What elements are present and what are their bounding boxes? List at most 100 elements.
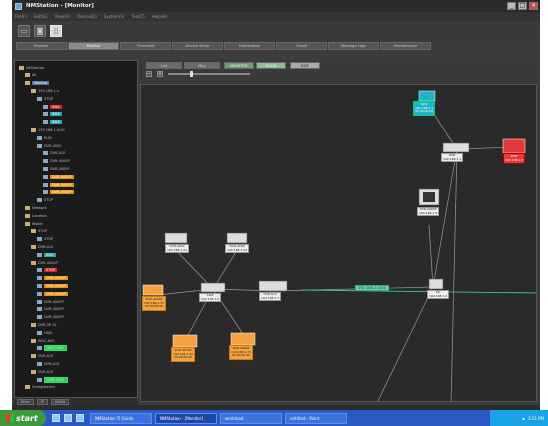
minimize-icon[interactable]: _ <box>507 2 516 10</box>
red-device-icon[interactable] <box>502 138 526 154</box>
tree-item[interactable]: STOP <box>37 237 53 242</box>
menu-tool[interactable]: Tool(T) <box>131 14 144 19</box>
tab-monitor[interactable]: Monitor <box>68 42 119 50</box>
tree-item[interactable]: STOP <box>37 268 58 273</box>
tree-item[interactable]: DVR-A10 <box>31 369 53 374</box>
tree-item[interactable]: Unregistered <box>25 385 55 390</box>
switch-mid-icon[interactable] <box>200 282 226 293</box>
tree-item[interactable]: NMStation <box>19 65 44 70</box>
tab-message-logs[interactable]: Message Logs <box>328 42 379 50</box>
menu-device[interactable]: Device(D) <box>77 14 97 19</box>
tree-item[interactable]: DVR-A10 <box>37 361 59 366</box>
tree-item[interactable]: DVR-A10 <box>43 151 65 156</box>
network-link-label[interactable]: 192.168.1.0/24 <box>355 285 389 291</box>
menu-system[interactable]: System(S) <box>104 14 125 19</box>
tree-item[interactable]: WOC-640 <box>37 345 67 352</box>
dvr-c-icon[interactable] <box>258 280 288 292</box>
tab-threshold[interactable]: Threshold <box>120 42 171 50</box>
orange-b2-icon[interactable] <box>230 332 256 346</box>
tree-item[interactable]: DVR-4000P <box>37 299 64 304</box>
map-view-button[interactable]: Map <box>184 62 220 69</box>
tab-graph[interactable]: Graph <box>276 42 327 50</box>
tree-item[interactable]: Network <box>25 205 47 210</box>
tree-item[interactable]: DVR-A10 <box>31 244 53 249</box>
tree-item[interactable]: DVR-4000P <box>37 307 64 312</box>
tree-item[interactable]: SW1 <box>37 252 56 257</box>
tree-item[interactable]: SW1 <box>43 104 62 109</box>
maximize-icon[interactable]: □ <box>518 2 527 10</box>
tab-register[interactable]: Register <box>16 42 67 50</box>
exit-button[interactable]: EXIT <box>290 62 320 69</box>
tree-item[interactable]: SW3 <box>43 120 62 125</box>
tree-item[interactable]: DVR-4000P <box>43 174 74 179</box>
tree-item[interactable]: STOP <box>31 229 47 234</box>
node-label-orange-left: DVR-4000P 192.168.1.31 00:00:00:00 <box>142 296 167 311</box>
close-icon[interactable]: × <box>529 2 538 10</box>
tree-item[interactable]: All <box>25 73 36 78</box>
menu-edit[interactable]: Edit(E) <box>34 14 47 19</box>
pc-icon[interactable] <box>428 278 444 290</box>
network-tray-icon[interactable]: ▪ <box>522 416 525 421</box>
task-nmstation[interactable]: NMStation - [Monitor] <box>155 412 217 424</box>
tree-item[interactable]: DVR-4000 <box>37 143 62 148</box>
list-view-button[interactable]: List <box>146 62 182 69</box>
tree-item[interactable]: WOC-640 <box>31 338 55 343</box>
switch-top-icon[interactable] <box>418 90 436 102</box>
task-workload[interactable]: workload <box>220 412 282 424</box>
tab-maintenance[interactable]: Maintenance <box>380 42 431 50</box>
tree-item[interactable]: Model <box>25 221 43 226</box>
save-icon[interactable]: ▭ <box>18 25 30 37</box>
pause-button[interactable]: PAUSE <box>256 62 286 69</box>
dvr-b-icon[interactable] <box>226 232 248 244</box>
tree-item[interactable]: DVR-4000P <box>37 283 68 288</box>
menu-file[interactable]: File(F) <box>15 14 27 19</box>
tree-item[interactable]: DVR-4000P <box>43 159 70 164</box>
menu-view[interactable]: View(V) <box>55 14 70 19</box>
task-guide[interactable]: NMStation Ti Guide <box>90 412 152 424</box>
tree-item[interactable]: DVR-4000P <box>43 190 74 195</box>
tree-item[interactable]: STOP <box>37 198 53 203</box>
tab-device-setup[interactable]: Device Setup <box>172 42 223 50</box>
tree-item-label: DVR-4000P <box>44 276 68 281</box>
zoom-out-icon[interactable]: − <box>146 71 152 77</box>
tree-item[interactable]: DVR-4000P <box>37 291 68 296</box>
menu-help[interactable]: Help(H) <box>152 14 167 19</box>
tree-item[interactable]: DVR-4000P <box>43 182 74 187</box>
orange-left-icon[interactable] <box>142 284 164 296</box>
tree-unknown-button[interactable]: UNKN <box>50 398 70 405</box>
zoom-in-icon[interactable]: + <box>157 71 163 77</box>
tree-item[interactable]: RUN <box>37 135 52 140</box>
camera-icon[interactable]: ◙ <box>34 25 46 37</box>
tree-item[interactable]: Monitor <box>25 81 50 86</box>
orange-b1-icon[interactable] <box>172 334 198 348</box>
network-map[interactable]: SW1 192.168.1.3 00:00:00:00 DVR 192.168.1.1… <box>140 84 537 402</box>
tree-item[interactable]: DVR-4000 <box>37 376 68 383</box>
tree-item[interactable]: DVR-3P-12 <box>31 322 57 327</box>
tree-view-button[interactable]: View <box>17 398 34 405</box>
device-tree[interactable]: NMStation All Monitor 192.168.1.x STOP SW1 SW2… <box>14 60 138 398</box>
tree-item[interactable]: 192.168.1.x <box>31 88 59 93</box>
tree-ip-button[interactable]: IP <box>36 398 48 405</box>
monitor-button[interactable]: MONITOR <box>224 62 254 69</box>
tree-item[interactable]: DVR-4000P <box>37 315 64 320</box>
folder-icon[interactable] <box>64 414 72 422</box>
tree-item[interactable]: DVR-4000P <box>31 260 58 265</box>
tree-item[interactable]: Location <box>25 213 47 218</box>
tab-distribution[interactable]: Distribution <box>224 42 275 50</box>
dvr-a-icon[interactable] <box>164 232 188 244</box>
start-button[interactable]: start <box>0 410 46 426</box>
tree-item[interactable]: 192.168.1.0/24 <box>31 127 65 132</box>
tree-item[interactable]: SW2 <box>43 112 62 117</box>
dvr-right-icon[interactable] <box>442 142 470 153</box>
tree-item[interactable]: STOP <box>37 96 53 101</box>
tree-item[interactable]: DVR-A10 <box>31 354 53 359</box>
zoom-slider-thumb[interactable] <box>190 71 193 77</box>
browser-icon[interactable] <box>52 414 60 422</box>
zoom-slider[interactable] <box>168 71 250 77</box>
tree-item[interactable]: DVR-4000P <box>43 166 70 171</box>
task-paint[interactable]: untitled - Paint <box>285 412 347 424</box>
tree-item[interactable]: DVR-4000P <box>37 276 68 281</box>
desktop-icon[interactable] <box>76 414 84 422</box>
tree-item[interactable]: HDD <box>37 330 52 335</box>
document-icon[interactable]: ▯ <box>50 25 62 37</box>
